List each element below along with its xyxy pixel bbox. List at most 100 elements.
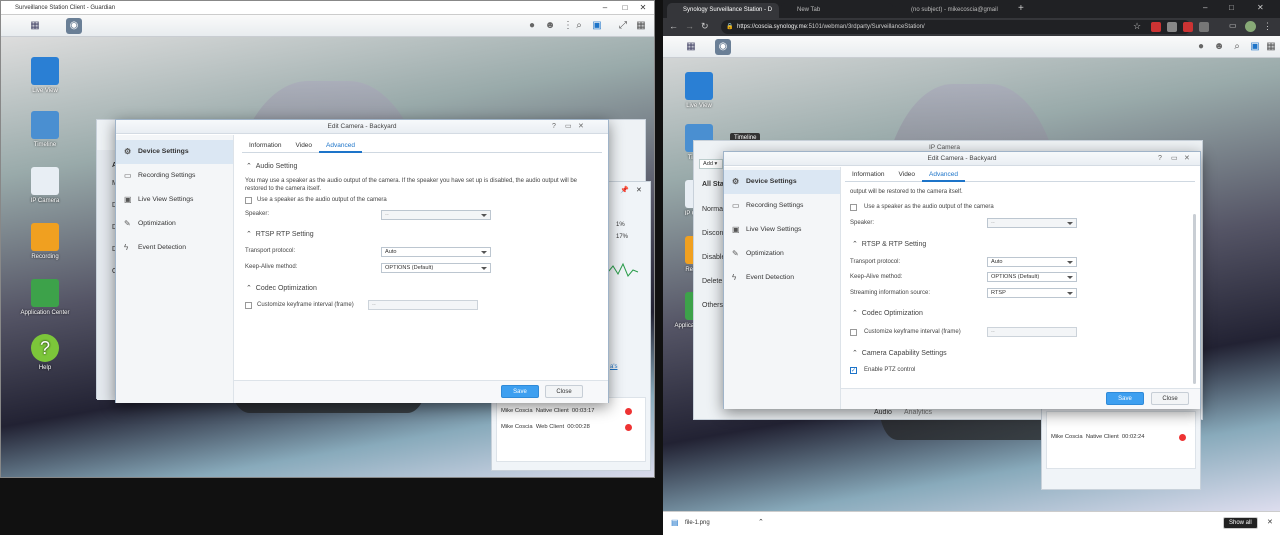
widget-link[interactable]: a's — [610, 364, 617, 370]
close-icon[interactable]: ✕ — [1184, 152, 1190, 166]
close-button[interactable]: Close — [1151, 392, 1189, 405]
forward-icon[interactable]: → — [685, 21, 694, 31]
sidebar-item-recording-settings[interactable]: ▭ Recording Settings — [116, 164, 233, 188]
desktop-icon-live-view[interactable]: Live View — [669, 72, 729, 109]
extension-icon[interactable] — [1151, 22, 1161, 32]
browser-tab-surveillance[interactable]: Synology Surveillance Station - D — [667, 3, 779, 18]
save-button[interactable]: Save — [501, 385, 539, 398]
keepalive-select[interactable]: OPTIONS (Default) — [987, 272, 1077, 282]
keyframe-checkbox[interactable] — [245, 302, 252, 309]
keyframe-input[interactable]: -- — [368, 300, 478, 310]
pin-icon[interactable]: 📌 — [620, 186, 629, 194]
search-icon[interactable]: ⌕ — [1229, 39, 1245, 55]
speaker-select[interactable]: -- — [987, 218, 1077, 228]
sidebar-item-event-detection[interactable]: ϟ Event Detection — [724, 266, 840, 290]
audio-section-heading[interactable]: ⌃ Audio Setting — [246, 162, 297, 170]
close-icon[interactable]: ✕ — [1257, 3, 1264, 12]
close-download-bar-icon[interactable]: ✕ — [1267, 518, 1273, 526]
camera-app-icon[interactable]: ◉ — [715, 39, 731, 55]
reload-icon[interactable]: ↻ — [701, 21, 709, 32]
sidebar-item-live-view-settings[interactable]: ▣ Live View Settings — [724, 218, 840, 242]
transport-select[interactable]: Auto — [381, 247, 491, 257]
close-button[interactable]: Close — [545, 385, 583, 398]
rtsp-section-heading[interactable]: ⌃ RTSP RTP Setting — [246, 230, 314, 238]
ptz-checkbox[interactable]: ✓ — [850, 367, 857, 374]
sidebar-item-optimization[interactable]: ✎ Optimization — [724, 242, 840, 266]
codec-section-heading[interactable]: ⌃ Codec Optimization — [852, 309, 923, 317]
camera-app-icon[interactable]: ◉ — [66, 18, 82, 34]
sidebar-item-optimization[interactable]: ✎ Optimization — [116, 212, 233, 236]
notifications-icon[interactable]: ● — [1193, 39, 1209, 55]
desktop-icon-recording[interactable]: Recording — [15, 223, 75, 260]
desktop-icon-live-view[interactable]: Live View — [15, 57, 75, 94]
tab-video[interactable]: Video — [289, 139, 320, 153]
back-icon[interactable]: ← — [669, 21, 678, 31]
menu-icon[interactable]: ⋮ — [1263, 21, 1272, 32]
desktop-icon-ip-camera[interactable]: IP Camera — [15, 167, 75, 204]
extension-icon[interactable] — [1167, 22, 1177, 32]
sidebar-item-device-settings[interactable]: ⚙ Device Settings — [116, 140, 233, 164]
tab-advanced[interactable]: Advanced — [922, 168, 965, 182]
chevron-up-icon[interactable]: ⌃ — [758, 518, 764, 526]
save-button[interactable]: Save — [1106, 392, 1144, 405]
widget-close-icon[interactable]: ✕ — [636, 186, 642, 194]
desktop-icon-application-center[interactable]: Application Center — [15, 279, 75, 316]
download-file-name[interactable]: file-1.png — [685, 520, 710, 526]
profile-icon[interactable] — [1245, 21, 1256, 32]
close-icon[interactable]: ✕ — [578, 120, 584, 134]
browser-tab-new-tab[interactable]: New Tab — [781, 3, 893, 18]
minimize-icon[interactable]: – — [1203, 3, 1207, 12]
search-icon[interactable]: ⌕ — [571, 18, 587, 34]
tab-information[interactable]: Information — [242, 139, 289, 153]
maximize-icon[interactable]: □ — [616, 1, 634, 15]
sidebar-item-device-settings[interactable]: ⚙ Device Settings — [724, 170, 840, 194]
notifications-icon[interactable]: ● — [524, 18, 540, 34]
new-tab-icon[interactable]: + — [1018, 3, 1024, 14]
minimize-icon[interactable]: – — [596, 1, 614, 15]
help-icon[interactable]: ? — [552, 120, 556, 134]
desktop-icon-timeline[interactable]: Timeline — [15, 111, 75, 148]
extension-icon[interactable] — [1183, 22, 1193, 32]
maximize-icon[interactable]: □ — [1229, 3, 1234, 12]
use-speaker-checkbox[interactable] — [850, 204, 857, 211]
tab-information[interactable]: Information — [845, 168, 892, 182]
browser-tab-gmail[interactable]: (no subject) - mikecoscia@gmail — [895, 3, 1013, 18]
maximize-icon[interactable]: ▭ — [1171, 152, 1178, 166]
widget-icon[interactable]: ▣ — [1247, 39, 1263, 55]
kick-icon[interactable] — [625, 408, 632, 415]
transport-select[interactable]: Auto — [987, 257, 1077, 267]
kick-icon[interactable] — [1179, 434, 1186, 441]
capability-section-heading[interactable]: ⌃ Camera Capability Settings — [852, 349, 947, 357]
sidebar-item-event-detection[interactable]: ϟ Event Detection — [116, 236, 233, 260]
rtsp-section-heading[interactable]: ⌃ RTSP & RTP Setting — [852, 240, 926, 248]
cast-icon[interactable]: ▭ — [1229, 21, 1237, 30]
fullscreen-icon[interactable]: ⤢ — [615, 18, 631, 34]
desktop-icon-help[interactable]: ? Help — [15, 334, 75, 371]
keepalive-select[interactable]: OPTIONS (Default) — [381, 263, 491, 273]
maximize-icon[interactable]: ▭ — [565, 120, 572, 134]
kick-icon[interactable] — [625, 424, 632, 431]
scrollbar[interactable] — [1193, 214, 1196, 384]
add-button[interactable]: Add ▾ — [699, 159, 723, 169]
tab-advanced[interactable]: Advanced — [319, 139, 362, 153]
grid-icon[interactable]: ▦ — [1263, 39, 1279, 55]
bookmark-icon[interactable]: ☆ — [1133, 21, 1141, 32]
show-all-button[interactable]: Show all — [1223, 517, 1258, 529]
close-icon[interactable]: ✕ — [634, 1, 652, 15]
use-speaker-checkbox[interactable] — [245, 197, 252, 204]
speaker-select[interactable]: -- — [381, 210, 491, 220]
codec-section-heading[interactable]: ⌃ Codec Optimization — [246, 284, 317, 292]
user-icon[interactable]: ☻ — [1211, 39, 1227, 55]
keyframe-input[interactable]: -- — [987, 327, 1077, 337]
keyframe-checkbox[interactable] — [850, 329, 857, 336]
help-icon[interactable]: ? — [1158, 152, 1162, 166]
tab-video[interactable]: Video — [892, 168, 923, 182]
user-icon[interactable]: ☻ — [542, 18, 558, 34]
streaming-select[interactable]: RTSP — [987, 288, 1077, 298]
main-menu-icon[interactable]: ▦ — [27, 18, 43, 34]
sidebar-item-live-view-settings[interactable]: ▣ Live View Settings — [116, 188, 233, 212]
grid-icon[interactable]: ▦ — [633, 18, 649, 34]
extension-icon[interactable] — [1199, 22, 1209, 32]
url-bar[interactable]: 🔒 https://coscia.synology.me:5101/webman/… — [721, 20, 1191, 34]
sidebar-item-recording-settings[interactable]: ▭ Recording Settings — [724, 194, 840, 218]
